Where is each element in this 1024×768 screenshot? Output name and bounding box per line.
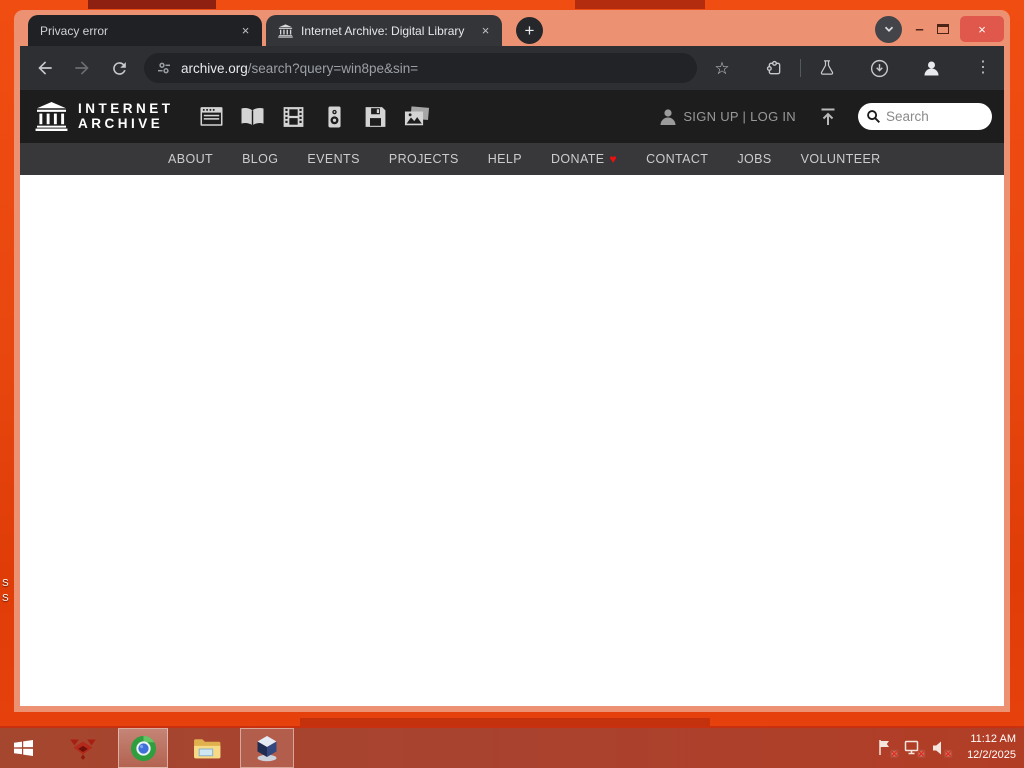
minimize-button[interactable]: – [913,16,926,42]
system-tray: ✕ ✕ ✕ 11:12 AM 12/2/2025 [877,732,1024,764]
volume-icon[interactable]: ✕ [931,739,952,759]
flag-error-badge: ✕ [890,749,898,759]
upload-icon[interactable] [818,107,838,127]
toolbar-divider [800,59,801,77]
taskbar: ✕ ✕ ✕ 11:12 AM 12/2/2025 [0,726,1024,768]
media-type-icons [198,105,430,128]
forward-icon[interactable] [71,57,93,79]
taskbar-clock[interactable]: 11:12 AM 12/2/2025 [958,732,1016,764]
nav-label: BLOG [242,152,279,166]
browser-window: Privacy error × Internet Archive: Digita… [14,10,1010,712]
desktop-icon-label-fragment: S [2,578,9,589]
nav-events[interactable]: EVENTS [307,152,359,166]
start-button[interactable] [0,728,46,768]
archive-wordmark[interactable]: INTERNET ARCHIVE [78,100,174,132]
site-settings-icon[interactable] [156,60,172,76]
tab-privacy-error[interactable]: Privacy error × [28,15,262,46]
profile-avatar-icon[interactable] [920,57,942,79]
nav-label: HELP [487,152,522,166]
downloads-icon[interactable] [868,57,890,79]
nav-label: DONATE [550,152,605,166]
nav-volunteer[interactable]: VOLUNTEER [801,152,881,166]
search-icon [866,109,881,124]
nav-jobs[interactable]: JOBS [737,152,771,166]
clock-date: 12/2/2025 [967,749,1016,761]
wordmark-line1: INTERNET [78,100,174,116]
software-icon[interactable] [362,106,389,128]
nav-help[interactable]: HELP [488,152,522,166]
url-domain: archive.org [181,60,248,76]
nav-label: EVENTS [307,152,360,166]
web-icon[interactable] [198,106,225,128]
bookmark-star-icon[interactable]: ☆ [711,57,733,79]
nav-label: VOLUNTEER [800,152,881,166]
internet-archive-logo-icon[interactable] [35,102,68,131]
network-icon[interactable]: ✕ [904,739,925,759]
images-icon[interactable] [403,105,430,128]
nav-label: CONTACT [646,152,709,166]
clock-time: 11:12 AM [970,733,1016,746]
page-viewport: INTERNET ARCHIVE SIGN UP | LOG IN Search… [20,90,1004,706]
nav-label: ABOUT [168,152,214,166]
archive-search-box[interactable] [858,103,992,130]
close-tab-icon[interactable]: × [477,22,494,39]
wallpaper-shape [88,0,216,9]
nav-donate[interactable]: DONATE ♥ [551,152,617,166]
browser-toolbar: archive.org/search?query=win8pe&sin= ☆ ⋮ [20,46,1004,90]
reload-icon[interactable] [108,57,130,79]
tab-title: Privacy error [40,23,109,38]
nav-label: JOBS [737,152,772,166]
nav-blog[interactable]: BLOG [242,152,278,166]
maximize-button[interactable] [937,24,949,34]
url-bar[interactable]: archive.org/search?query=win8pe&sin= [144,53,697,83]
wordmark-line2: ARCHIVE [78,115,164,131]
tab-title: Internet Archive: Digital Library [301,23,465,38]
close-tab-icon[interactable]: × [237,22,254,39]
nav-label: PROJECTS [388,152,459,166]
url-path: /search?query=win8pe&sin= [247,60,419,76]
extensions-icon[interactable] [763,57,785,79]
window-controls: – × [875,14,1004,44]
person-icon [658,107,678,127]
page-content-empty [20,175,1004,706]
close-window-button[interactable]: × [960,16,1004,42]
toolbar-right-icons: ☆ ⋮ [711,57,994,79]
volume-muted-badge: ✕ [944,749,952,759]
url-text: archive.org/search?query=win8pe&sin= [181,61,418,76]
chromium-browser-taskbar-icon[interactable] [118,728,168,768]
archive-nav: ABOUT BLOG EVENTS PROJECTS HELP DONATE ♥ … [20,143,1004,175]
tab-search-button[interactable] [875,15,902,43]
texts-icon[interactable] [239,106,266,128]
nav-contact[interactable]: CONTACT [646,152,708,166]
menu-kebab-icon[interactable]: ⋮ [972,57,994,79]
nav-projects[interactable]: PROJECTS [389,152,459,166]
wallpaper-shape [575,0,705,9]
signup-login-link[interactable]: SIGN UP | LOG IN [683,109,796,124]
action-center-flag-icon[interactable]: ✕ [877,739,898,759]
desktop: { "browser": { "tabs": [ { "title": "Pri… [0,0,1024,768]
red-app-icon[interactable] [60,728,106,768]
search-input[interactable] [886,109,978,124]
desktop-icon-label-fragment: S [2,593,9,604]
video-icon[interactable] [280,106,307,128]
wallpaper-shape [300,718,710,726]
network-error-badge: ✕ [917,749,925,759]
tab-internet-archive[interactable]: Internet Archive: Digital Library × [266,15,502,46]
archive-header: INTERNET ARCHIVE SIGN UP | LOG IN Search [20,90,1004,143]
nav-about[interactable]: ABOUT [168,152,213,166]
audio-icon[interactable] [321,106,348,128]
tab-strip: Privacy error × Internet Archive: Digita… [14,10,1010,46]
file-explorer-taskbar-icon[interactable] [184,728,230,768]
archive-header-right: SIGN UP | LOG IN [658,103,1004,130]
experiments-flask-icon[interactable] [816,57,838,79]
archive-favicon-icon [278,23,293,38]
heart-icon: ♥ [609,152,618,166]
back-icon[interactable] [34,57,56,79]
virtualbox-taskbar-icon[interactable] [240,728,294,768]
new-tab-button[interactable]: + [516,17,543,44]
